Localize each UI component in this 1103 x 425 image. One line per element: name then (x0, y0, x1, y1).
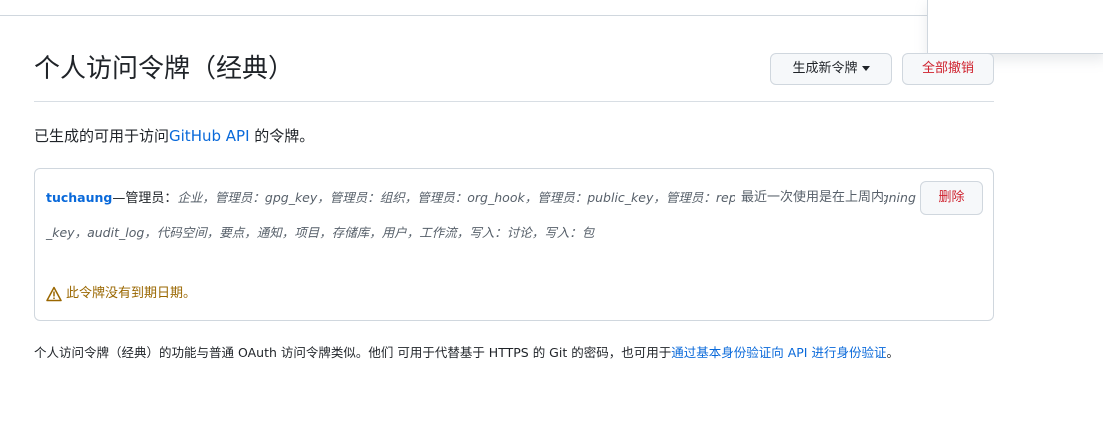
token-name-link[interactable]: tuchaung (46, 190, 112, 205)
caret-down-icon (861, 66, 870, 71)
footer-note: 个人访问令牌（经典）的功能与普通 OAuth 访问令牌类似。他们 可用于代替基于… (34, 342, 996, 363)
title-divider (34, 101, 994, 102)
alert-triangle-icon (46, 286, 62, 301)
top-divider (0, 15, 927, 16)
github-api-link[interactable]: GitHub API (169, 127, 249, 145)
delete-token-button[interactable]: 删除 (920, 181, 983, 215)
generate-new-token-label: 生成新令牌 (792, 61, 858, 76)
page-title: 个人访问令牌（经典） (34, 54, 295, 84)
dropdown-popover (927, 0, 1103, 54)
generate-new-token-button[interactable]: 生成新令牌 (770, 53, 892, 85)
basic-auth-link[interactable]: 通过基本身份验证向 API 进行身份验证 (671, 345, 886, 360)
token-purpose: 管理员： (125, 191, 178, 206)
intro-text: 已生成的可用于访问GitHub API 的令牌。 (34, 125, 314, 147)
expiry-warning-text: 此令牌没有到期日期。 (66, 286, 197, 301)
token-list-item: tuchaung—管理员：企业，管理员：gpg_key，管理员：组织，管理员：o… (34, 168, 994, 321)
footer-suffix: 。 (886, 345, 899, 360)
token-expiry-warning: 此令牌没有到期日期。 (46, 282, 196, 306)
intro-suffix: 的令牌。 (249, 127, 315, 145)
token-name-separator: — (112, 191, 126, 206)
revoke-all-button[interactable]: 全部撤销 (902, 53, 994, 85)
footer-text: 个人访问令牌（经典）的功能与普通 OAuth 访问令牌类似。他们 可用于代替基于… (34, 345, 672, 360)
intro-prefix: 已生成的可用于访问 (34, 127, 170, 145)
token-last-used: 最近一次使用是在上周内 (735, 181, 885, 215)
